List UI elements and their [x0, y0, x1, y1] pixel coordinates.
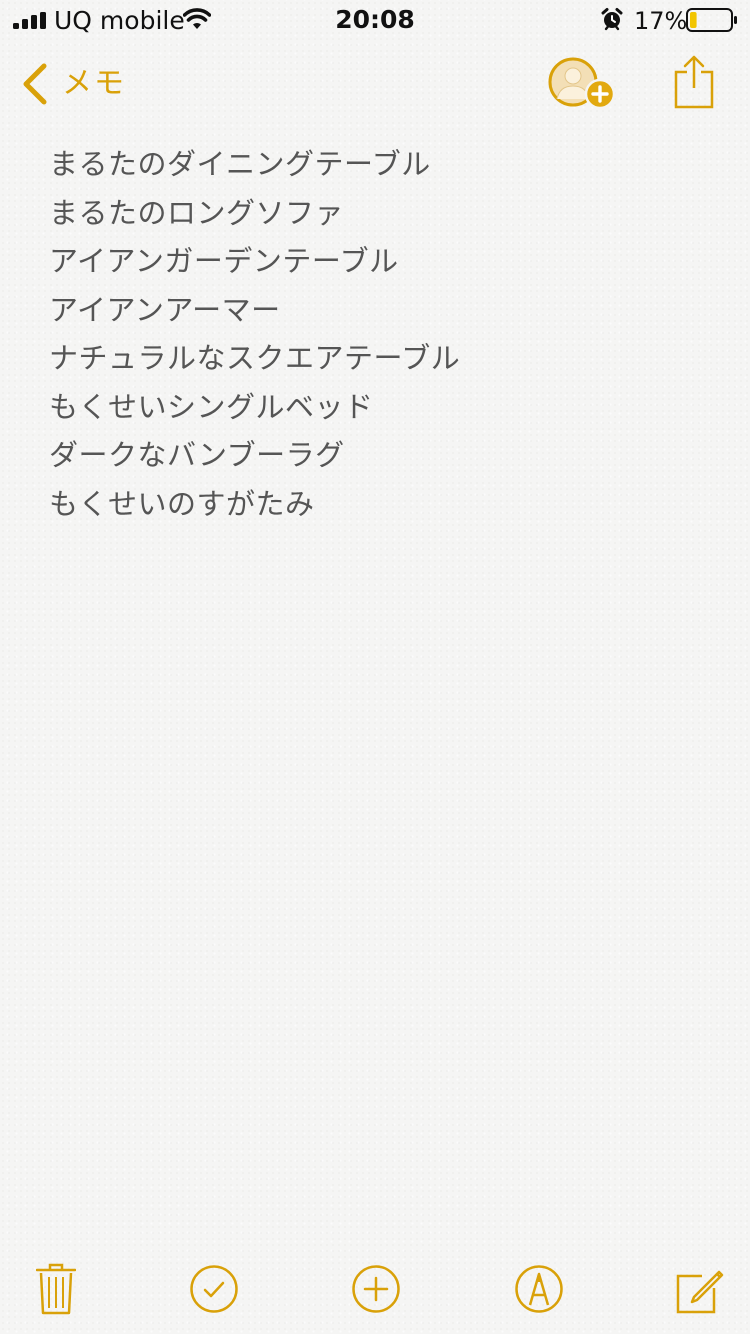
add-person-button[interactable]: [546, 56, 618, 112]
note-body[interactable]: まるたのダイニングテーブル まるたのロングソファ アイアンガーデンテーブル アイ…: [49, 140, 709, 528]
plus-icon: [352, 1265, 400, 1313]
back-label: メモ: [62, 66, 126, 101]
note-line[interactable]: まるたのダイニングテーブル: [49, 140, 709, 189]
battery-icon: [686, 8, 737, 32]
note-line[interactable]: ナチュラルなスクエアテーブル: [49, 334, 709, 383]
trash-icon: [36, 1263, 76, 1315]
note-line[interactable]: ダークなバンブーラグ: [49, 431, 709, 480]
chevron-left-icon: [23, 63, 47, 105]
delete-button[interactable]: [36, 1263, 76, 1315]
note-line[interactable]: もくせいシングルベッド: [49, 383, 709, 432]
status-bar: UQ mobile 20:08 17%: [0, 0, 750, 40]
note-line[interactable]: もくせいのすがたみ: [49, 480, 709, 529]
battery-percent: 17%: [634, 7, 688, 35]
alarm-icon: [601, 8, 623, 31]
back-button[interactable]: メモ: [18, 58, 148, 110]
markup-icon: [515, 1265, 563, 1313]
compose-icon: [676, 1270, 724, 1314]
add-person-icon: [548, 57, 616, 110]
note-line[interactable]: まるたのロングソファ: [49, 189, 709, 238]
note-line[interactable]: アイアンガーデンテーブル: [49, 237, 709, 286]
compose-button[interactable]: [676, 1262, 724, 1314]
add-button[interactable]: [351, 1264, 401, 1314]
markup-button[interactable]: [514, 1264, 564, 1314]
share-button[interactable]: [673, 54, 715, 110]
note-line[interactable]: アイアンアーマー: [49, 286, 709, 335]
share-icon: [674, 55, 714, 109]
checklist-button[interactable]: [189, 1264, 239, 1314]
checklist-icon: [190, 1265, 238, 1313]
